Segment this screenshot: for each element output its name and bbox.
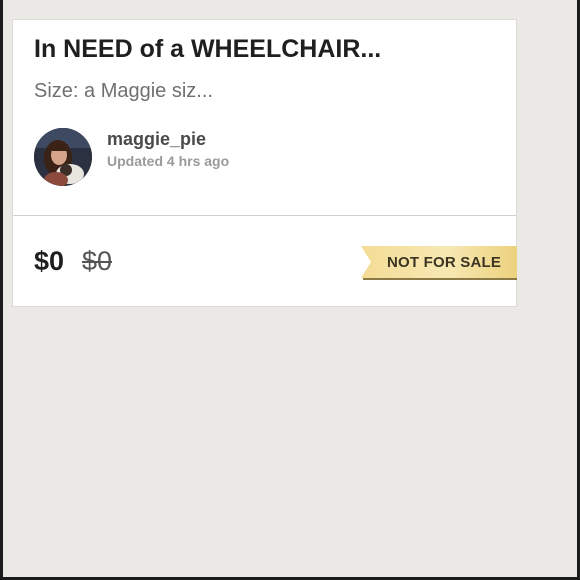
badge-label: NOT FOR SALE xyxy=(387,254,502,271)
updated-timestamp: Updated 4 hrs ago xyxy=(107,153,230,169)
screen-edge-left xyxy=(0,0,3,580)
listing-card-footer: $0 $0 NOT FOR SALE xyxy=(13,216,517,306)
listing-original-price: $0 xyxy=(82,246,113,276)
seller-username[interactable]: maggie_pie xyxy=(107,129,206,150)
listing-card[interactable]: In NEED of a WHEELCHAIR... Size: a Maggi… xyxy=(12,19,517,307)
not-for-sale-badge: NOT FOR SALE xyxy=(361,246,517,278)
seller-avatar[interactable] xyxy=(34,128,92,186)
badge-ribbon-shadow xyxy=(363,278,517,280)
listing-size: Size: a Maggie siz... xyxy=(34,80,213,102)
listing-card-header: In NEED of a WHEELCHAIR... Size: a Maggi… xyxy=(13,20,516,216)
user-photo-icon xyxy=(34,128,92,186)
listing-title[interactable]: In NEED of a WHEELCHAIR... xyxy=(34,35,381,64)
listing-price: $0 xyxy=(34,246,65,276)
